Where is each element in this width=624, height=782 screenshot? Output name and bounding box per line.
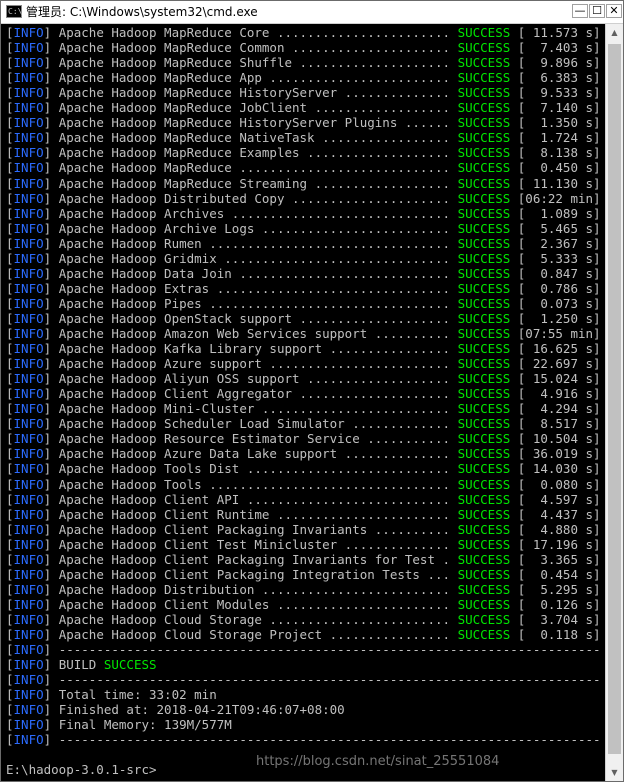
console-line: [INFO] Apache Hadoop Client Test Miniclu… xyxy=(6,536,601,552)
window-title: 管理员: C:\Windows\system32\cmd.exe xyxy=(26,5,258,19)
console-line: [INFO] Apache Hadoop MapReduce HistorySe… xyxy=(6,115,601,131)
console-line: [INFO] Apache Hadoop Scheduler Load Simu… xyxy=(6,416,601,432)
minimize-button[interactable]: — xyxy=(572,4,588,18)
close-button[interactable]: ✕ xyxy=(606,4,622,18)
watermark: https://blog.csdn.net/sinat_25551084 xyxy=(256,754,500,769)
console-line: [INFO] Apache Hadoop MapReduce Shuffle .… xyxy=(6,55,601,71)
console-line: [INFO] Apache Hadoop Tools Dist ........… xyxy=(6,461,601,477)
console-line: [INFO] Apache Hadoop MapReduce HistorySe… xyxy=(6,85,601,101)
console-line: [INFO] Apache Hadoop Client Modules ....… xyxy=(6,596,601,612)
console-line: [INFO] Apache Hadoop MapReduce Core ....… xyxy=(6,25,601,40)
console-line: [INFO] Apache Hadoop MapReduce NativeTas… xyxy=(6,130,601,146)
console-line: [INFO] Apache Hadoop Pipes .............… xyxy=(6,295,601,311)
console-line: [INFO] Apache Hadoop Resource Estimator … xyxy=(6,431,601,447)
console-line: [INFO] BUILD SUCCESS xyxy=(6,657,157,673)
console-line: [INFO] Apache Hadoop Distribution ......… xyxy=(6,581,601,597)
console-line: [INFO] Apache Hadoop Aliyun OSS support … xyxy=(6,371,601,387)
console-line: [INFO] Apache Hadoop MapReduce Examples … xyxy=(6,145,601,161)
console-line: [INFO] Apache Hadoop MapReduce .........… xyxy=(6,160,601,176)
console-line: [INFO] ---------------------------------… xyxy=(6,642,601,658)
console-line: [INFO] Apache Hadoop MapReduce Streaming… xyxy=(6,175,601,191)
console-line: [INFO] Apache Hadoop Mini-Cluster ......… xyxy=(6,401,601,417)
console-line: [INFO] Apache Hadoop Cloud Storage .....… xyxy=(6,611,601,627)
console-line: E:\hadoop-3.0.1-src> xyxy=(6,762,157,778)
cmd-window: C:\ 管理员: C:\Windows\system32\cmd.exe — ☐… xyxy=(0,0,624,782)
console-line: [INFO] Apache Hadoop Client Aggregator .… xyxy=(6,386,601,402)
console-line: [INFO] Apache Hadoop Azure Data Lake sup… xyxy=(6,446,601,462)
maximize-button[interactable]: ☐ xyxy=(589,4,605,18)
console-line: [INFO] Final Memory: 139M/577M xyxy=(6,717,232,733)
console-line: [INFO] Apache Hadoop MapReduce Common ..… xyxy=(6,40,601,56)
console-line: [INFO] Apache Hadoop Tools .............… xyxy=(6,476,601,492)
console-output[interactable]: [INFO] Apache Hadoop MapReduce Core ....… xyxy=(3,24,605,781)
console-line: [INFO] Apache Hadoop Archives ..........… xyxy=(6,205,601,221)
console-line: [INFO] Apache Hadoop Client Packaging In… xyxy=(6,551,601,567)
console-line: [INFO] ---------------------------------… xyxy=(6,672,601,688)
scroll-down-icon[interactable]: ▼ xyxy=(606,764,623,781)
console-line: [INFO] Finished at: 2018-04-21T09:46:07+… xyxy=(6,702,345,718)
cmd-icon-text: C:\ xyxy=(8,7,23,16)
console-line: [INFO] Apache Hadoop Client API ........… xyxy=(6,491,601,507)
console-line: [INFO] Apache Hadoop Client Packaging In… xyxy=(6,566,601,582)
console-line: [INFO] Apache Hadoop MapReduce App .....… xyxy=(6,70,601,86)
console-line: [INFO] Apache Hadoop Client Runtime ....… xyxy=(6,506,601,522)
console-line: [INFO] Apache Hadoop Cloud Storage Proje… xyxy=(6,627,601,642)
console-line: [INFO] Total time: 33:02 min xyxy=(6,687,217,703)
console-line: [INFO] Apache Hadoop MapReduce JobClient… xyxy=(6,100,601,116)
title-bar[interactable]: C:\ 管理员: C:\Windows\system32\cmd.exe — ☐… xyxy=(1,1,623,24)
console-line: [INFO] Apache Hadoop Rumen .............… xyxy=(6,235,601,251)
console-line: [INFO] Apache Hadoop Extras ............… xyxy=(6,280,601,296)
cmd-icon[interactable]: C:\ xyxy=(6,5,22,18)
scroll-up-icon[interactable]: ▲ xyxy=(606,24,623,41)
vertical-scrollbar[interactable]: ▲ ▼ xyxy=(605,24,623,781)
console-line: [INFO] Apache Hadoop Kafka Library suppo… xyxy=(6,341,601,357)
console-line: [INFO] Apache Hadoop Amazon Web Services… xyxy=(6,326,601,341)
console-line: [INFO] Apache Hadoop Client Packaging In… xyxy=(6,521,601,537)
console-line: [INFO] Apache Hadoop Data Join .........… xyxy=(6,265,601,281)
console-line: [INFO] Apache Hadoop Gridmix ...........… xyxy=(6,250,601,266)
scrollbar-thumb[interactable] xyxy=(608,44,621,754)
console-line: [INFO] Apache Hadoop OpenStack support .… xyxy=(6,310,601,326)
console-line: [INFO] Apache Hadoop Azure support .....… xyxy=(6,356,601,372)
console-line: [INFO] Apache Hadoop Archive Logs ......… xyxy=(6,220,601,236)
console-line: [INFO] ---------------------------------… xyxy=(6,732,601,748)
console-line: [INFO] Apache Hadoop Distributed Copy ..… xyxy=(6,190,601,206)
